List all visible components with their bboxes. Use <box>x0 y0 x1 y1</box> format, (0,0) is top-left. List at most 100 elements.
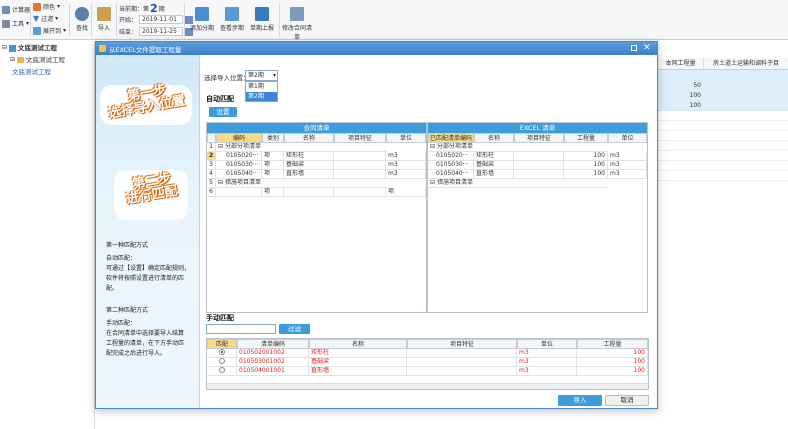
collapse-icon[interactable]: ⊟ <box>218 179 223 186</box>
tree-item-leaf[interactable]: 文底测试工程 <box>0 66 94 78</box>
step1-banner: 第一步 选择导入位置 <box>107 82 187 122</box>
filter-button[interactable]: 过滤 <box>279 324 310 334</box>
collapse-icon[interactable]: ⊟ <box>430 179 435 186</box>
col-unit[interactable]: 单位 <box>386 133 426 143</box>
add-period-button[interactable]: 添加分期 <box>187 7 217 32</box>
end-date-field[interactable]: 2019-11-25 <box>139 27 184 36</box>
funnel-icon: ▼ <box>33 14 40 23</box>
col-unit[interactable]: 单位 <box>517 339 577 349</box>
chevron-down-icon: ▾ <box>57 3 61 10</box>
collapse-icon[interactable]: ⊟ <box>430 143 435 150</box>
manual-filter-input[interactable] <box>206 324 276 334</box>
period-option-2[interactable]: 第2期 <box>246 92 277 101</box>
table-row[interactable]: 5 ⊟ 措施项目清单 <box>207 179 426 188</box>
col-feature[interactable]: 项目特征 <box>514 133 564 143</box>
excel-grid-body: ⊟ 分部分项清单 0105020··· 矩形柱 100 m3 0105030··… <box>428 143 647 188</box>
col-feature[interactable]: 项目特征 <box>407 339 517 349</box>
import-position-label: 选择导入位置： <box>204 74 250 82</box>
close-icon[interactable]: ✕ <box>643 42 651 55</box>
folder-icon <box>17 57 25 63</box>
table-row[interactable]: 0105040··· 直形墙 100 m3 <box>428 170 647 179</box>
table-row[interactable]: 010504001001 直形墙 m3 100 <box>207 367 648 376</box>
expand-to-button[interactable]: 展开到 ▾ <box>33 25 66 36</box>
tree-item-root[interactable]: ⊟ 文底测试工程 <box>0 42 94 54</box>
col-name[interactable]: 名称 <box>284 133 334 143</box>
color-button[interactable]: 颜色 ▾ <box>33 1 60 12</box>
chevron-down-icon: ▾ <box>26 20 30 27</box>
table-row[interactable]: ⊟ 分部分项清单 <box>428 143 647 152</box>
bg-header-qty: 本同工程量 <box>658 58 704 69</box>
project-tree: ⊟ 文底测试工程 ⊟ 文底测试工程 文底测试工程 <box>0 41 95 429</box>
current-period: 当前期：第 2 期 <box>119 2 165 15</box>
calculator-icon <box>2 5 10 14</box>
table-row[interactable]: 0105030··· 基础梁 100 m3 <box>428 161 647 170</box>
binoculars-icon <box>75 7 89 21</box>
calculator-button[interactable]: 计算器 <box>2 4 30 15</box>
contract-grid-title: 合同清单 <box>207 123 426 133</box>
col-type[interactable]: 类别 <box>262 133 284 143</box>
import-button[interactable]: 导入 <box>558 395 602 406</box>
table-row[interactable]: 010503001002 基础梁 m3 100 <box>207 358 648 367</box>
tree-item-child[interactable]: ⊟ 文底测试工程 <box>0 54 94 66</box>
palette-icon <box>33 2 41 11</box>
table-row[interactable]: 010502001002 矩形柱 m3 100 <box>207 349 648 358</box>
table-row[interactable]: ⊟ 措施项目清单 <box>428 179 647 188</box>
cancel-button[interactable]: 取消 <box>605 395 649 406</box>
col-code[interactable]: 清单编码 <box>237 339 309 349</box>
table-row[interactable]: 3 0105030··· 项 基础梁 m3 <box>207 161 426 170</box>
ribbon-toolbar: 计算器 工具 ▾ 颜色 ▾ ▼ 过滤 ▾ 展开到 ▾ 查找 导入 当前期：第 2 期 开始… <box>0 0 788 41</box>
manual-grid-header: 匹配 清单编码 名称 项目特征 单位 工程量 <box>207 339 648 349</box>
bg-header-item: 房土道土运输和调料子目 <box>712 60 779 67</box>
report-period-button[interactable]: 单期上报 <box>247 7 277 32</box>
excel-grid: EXCEL 清单 已匹配清单编码 名称 项目特征 工程量 单位 ⊟ 分部分项清单… <box>427 122 648 313</box>
method2-text: 第二种匹配方式 手动匹配： 在合同清单中选择要导入结算 工程量的清单，在下方手动… <box>106 307 185 357</box>
table-row[interactable]: 6 项 项 <box>207 188 426 197</box>
period-option-1[interactable]: 第1期 <box>246 82 277 92</box>
table-row[interactable]: 1 ⊟ 分部分项清单 <box>207 143 426 152</box>
excel-grid-header: 已匹配清单编码 名称 项目特征 工程量 单位 <box>428 133 647 143</box>
table-row[interactable]: 0105020··· 矩形柱 100 m3 <box>428 152 647 161</box>
ribbon-separator <box>184 4 185 36</box>
filter-button[interactable]: ▼ 过滤 ▾ <box>33 13 58 24</box>
bg-qty-cell: 100 <box>689 102 701 109</box>
tools-button[interactable]: 工具 ▾ <box>2 18 29 29</box>
match-radio[interactable] <box>218 349 225 355</box>
table-row[interactable]: 4 0105040··· 项 直形墙 m3 <box>207 170 426 179</box>
collapse-icon[interactable]: ⊟ <box>10 54 15 66</box>
col-name[interactable]: 名称 <box>309 339 407 349</box>
period-select[interactable]: 第2期 ▾ <box>245 70 278 81</box>
view-period-button[interactable]: 查看步期 <box>217 7 247 32</box>
col-match[interactable]: 匹配 <box>207 339 237 349</box>
import-ribbon-button[interactable]: 导入 <box>91 7 117 32</box>
contract-grid-body: 1 ⊟ 分部分项清单 2 0105020··· 项 矩形柱 m3 3 01050… <box>207 143 426 197</box>
col-unit[interactable]: 单位 <box>608 133 647 143</box>
col-feature[interactable]: 项目特征 <box>334 133 386 143</box>
background-quantity-table: 本同工程量 房土道土运输和调料子目 50 100 100 <box>658 58 788 181</box>
collapse-icon[interactable]: ⊟ <box>2 42 7 54</box>
settings-button[interactable]: 设置 <box>209 107 237 117</box>
expand-icon <box>33 26 41 35</box>
maximize-icon[interactable] <box>631 45 637 51</box>
col-matched-code[interactable]: 已匹配清单编码 <box>428 133 474 143</box>
col-qty[interactable]: 工程量 <box>577 339 648 349</box>
col-name[interactable]: 名称 <box>474 133 514 143</box>
match-radio[interactable] <box>218 367 225 373</box>
match-radio[interactable] <box>218 358 225 364</box>
collapse-icon[interactable]: ⊟ <box>218 143 223 150</box>
horizontal-scrollbar[interactable] <box>207 383 648 389</box>
start-date-row: 开始： 2019-11-01 <box>119 15 194 24</box>
add-period-icon <box>195 7 209 21</box>
bg-qty-cell: 100 <box>689 92 701 99</box>
col-code[interactable]: 编码 <box>216 133 262 143</box>
col-qty[interactable]: 工程量 <box>564 133 608 143</box>
table-row[interactable]: 2 0105020··· 项 矩形柱 m3 <box>207 152 426 161</box>
excel-import-dialog: 从EXCEL文件提取工程量 ✕ 第一步 选择导入位置 第二步 进行匹配 第一种匹… <box>95 41 658 409</box>
ribbon-separator <box>30 4 31 36</box>
upload-icon <box>255 7 269 21</box>
contract-grid: 合同清单 编码 类别 名称 项目特征 单位 1 ⊟ 分部分项清单 2 01050… <box>206 122 427 313</box>
method1-text: 第一种匹配方式 自动匹配： 可通过【设置】确定匹配规则， 软件将按照设置进行清单… <box>106 242 191 292</box>
start-date-field[interactable]: 2019-11-01 <box>139 15 184 24</box>
excel-grid-title: EXCEL 清单 <box>428 123 647 133</box>
import-icon <box>97 7 111 21</box>
edit-contract-list-button[interactable]: 修改合同清单 <box>281 7 313 41</box>
